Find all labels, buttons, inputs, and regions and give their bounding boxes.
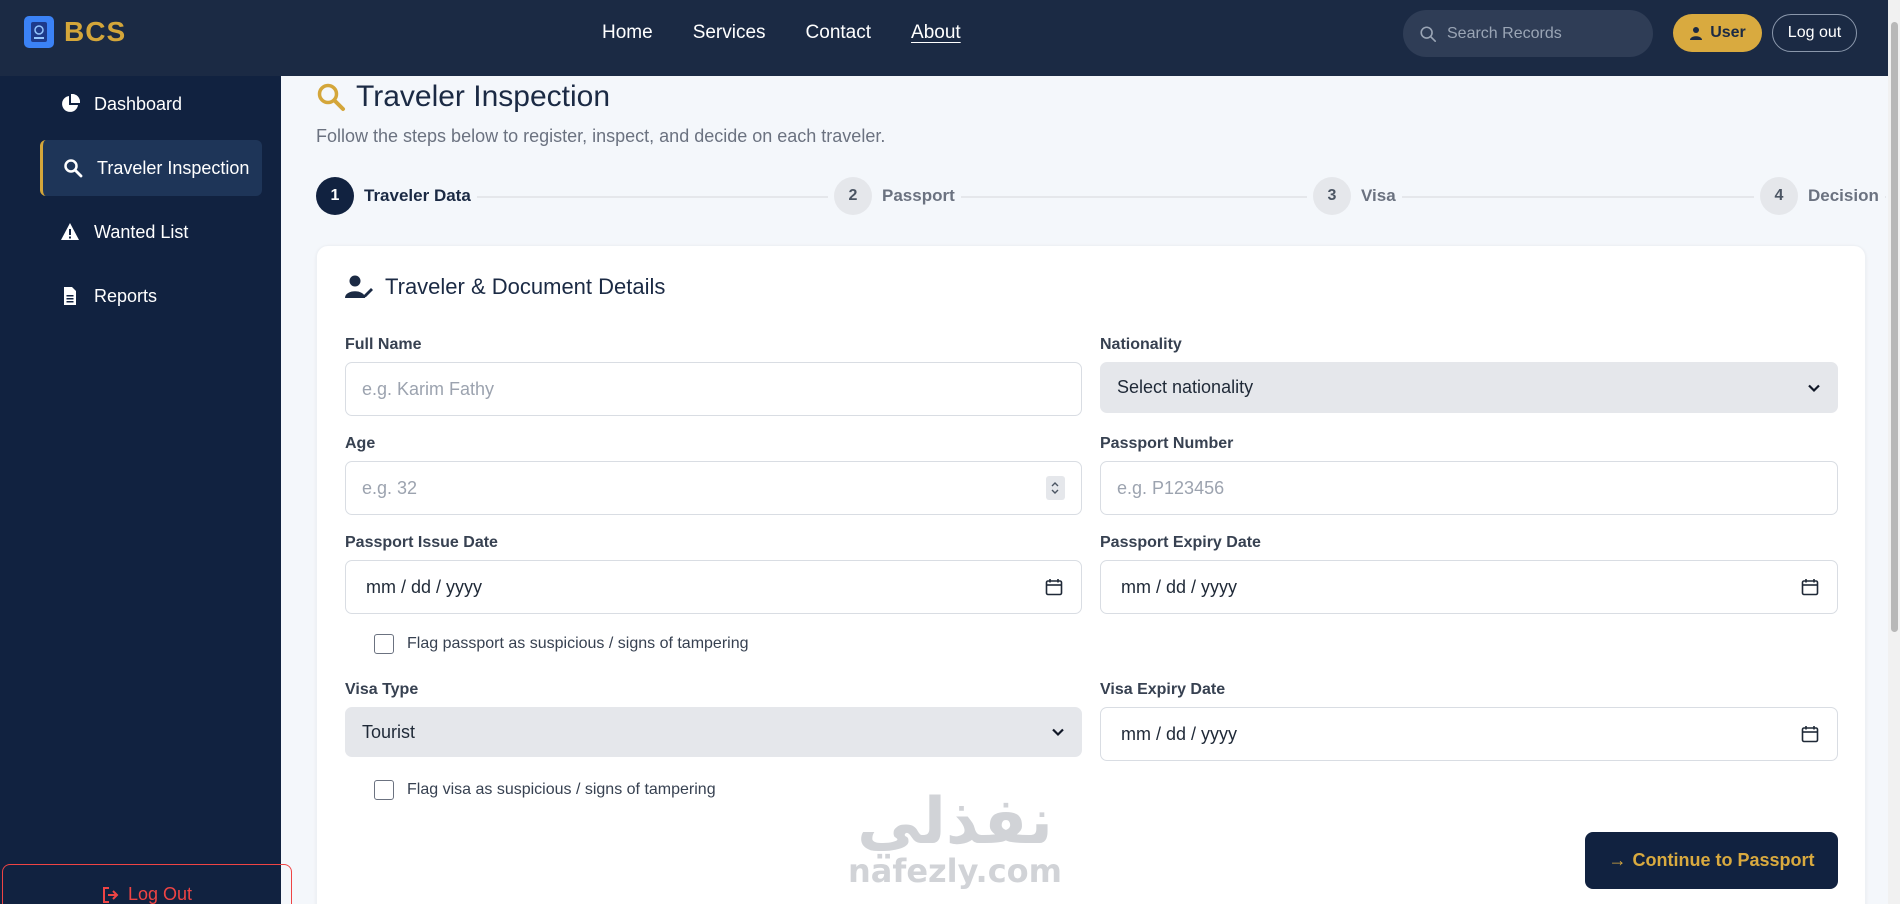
passport-flag-row[interactable]: Flag passport as suspicious / signs of t… <box>374 634 749 654</box>
warning-icon <box>61 223 79 240</box>
continue-to-passport-button[interactable]: → Continue to Passport <box>1585 832 1838 889</box>
search-box[interactable] <box>1403 10 1653 57</box>
scrollbar-thumb[interactable] <box>1891 22 1898 632</box>
passport-expiry-date-label: Passport Expiry Date <box>1100 534 1261 551</box>
header-logout-button[interactable]: Log out <box>1772 14 1857 52</box>
step-visa[interactable]: 3 Visa <box>1307 177 1402 215</box>
top-navbar: BCS Home Services Contact About User Log… <box>0 0 1900 76</box>
chevron-down-icon <box>1052 728 1064 737</box>
brand[interactable]: BCS <box>24 16 126 48</box>
watermark-latin: nafezly.com <box>848 852 1062 890</box>
passport-number-field[interactable] <box>1100 461 1838 515</box>
passport-flag-label: Flag passport as suspicious / signs of t… <box>407 635 749 652</box>
spinner-arrows-icon <box>1051 482 1059 494</box>
watermark-arabic: نفذلي <box>857 785 1053 859</box>
passport-issue-date-value: mm / dd / yyyy <box>366 576 483 597</box>
passport-issue-date-label: Passport Issue Date <box>345 534 498 551</box>
visa-expiry-date-value: mm / dd / yyyy <box>1121 723 1238 744</box>
visa-type-select[interactable]: Tourist <box>345 707 1082 757</box>
nationality-value: Select nationality <box>1117 377 1254 397</box>
step-number: 1 <box>316 177 354 215</box>
passport-icon <box>24 16 54 48</box>
visa-expiry-date-field[interactable]: mm / dd / yyyy <box>1100 707 1838 761</box>
document-icon <box>64 287 76 305</box>
sidebar-logout-button[interactable]: Log Out <box>2 864 292 904</box>
step-number: 2 <box>834 177 872 215</box>
search-input[interactable] <box>1447 24 1637 43</box>
calendar-icon[interactable] <box>1045 578 1063 596</box>
card-title: Traveler & Document Details <box>345 274 665 300</box>
sidebar: Dashboard Traveler Inspection Wanted Lis… <box>0 76 292 904</box>
passport-expiry-date-field[interactable]: mm / dd / yyyy <box>1100 560 1838 614</box>
search-icon <box>1420 25 1437 42</box>
sidebar-item-dashboard[interactable]: Dashboard <box>40 76 262 132</box>
step-decision[interactable]: 4 Decision <box>1754 177 1885 215</box>
sidebar-item-label: Wanted List <box>94 221 189 242</box>
main-nav: Home Services Contact About <box>602 22 961 44</box>
search-icon <box>317 83 345 111</box>
arrow-right-icon: → <box>1608 850 1627 870</box>
user-label: User <box>1710 24 1746 41</box>
age-stepper[interactable] <box>1045 476 1065 500</box>
age-field[interactable] <box>345 461 1082 515</box>
step-label: Traveler Data <box>364 186 471 205</box>
age-label: Age <box>345 435 376 452</box>
sidebar-logout-label: Log Out <box>127 884 193 904</box>
brand-name: BCS <box>64 16 127 47</box>
step-number: 3 <box>1313 177 1351 215</box>
step-label: Passport <box>882 186 955 205</box>
full-name-field[interactable] <box>345 362 1082 416</box>
sidebar-item-traveler-inspection[interactable]: Traveler Inspection <box>40 140 262 196</box>
visa-flag-label: Flag visa as suspicious / signs of tampe… <box>407 781 716 798</box>
step-passport[interactable]: 2 Passport <box>828 177 961 215</box>
nav-home[interactable]: Home <box>602 22 653 44</box>
logout-icon <box>102 886 119 903</box>
step-traveler-data[interactable]: 1 Traveler Data <box>316 177 477 215</box>
nav-about[interactable]: About <box>911 22 961 44</box>
card-title-text: Traveler & Document Details <box>385 274 666 299</box>
user-edit-icon <box>345 275 373 298</box>
scrollbar[interactable] <box>1888 0 1900 904</box>
page-title-text: Traveler Inspection <box>356 80 611 113</box>
passport-issue-date-field[interactable]: mm / dd / yyyy <box>345 560 1082 614</box>
step-number: 4 <box>1760 177 1798 215</box>
passport-flag-checkbox[interactable] <box>374 634 394 654</box>
visa-type-label: Visa Type <box>345 681 419 698</box>
sidebar-item-wanted-list[interactable]: Wanted List <box>40 204 262 260</box>
full-name-input[interactable] <box>362 378 1065 400</box>
watermark: نفذلي nafezly.com <box>840 790 1070 889</box>
chevron-down-icon <box>1808 384 1820 392</box>
age-input[interactable] <box>362 477 1046 499</box>
visa-expiry-date-label: Visa Expiry Date <box>1100 681 1226 698</box>
stepper-track <box>466 196 1886 198</box>
sidebar-item-label: Reports <box>94 285 158 306</box>
sidebar-item-reports[interactable]: Reports <box>40 268 262 324</box>
calendar-icon[interactable] <box>1801 725 1819 743</box>
page-subtitle: Follow the steps below to register, insp… <box>316 126 886 146</box>
sidebar-item-label: Dashboard <box>94 93 183 114</box>
full-name-label: Full Name <box>345 336 422 353</box>
user-icon <box>1690 27 1703 40</box>
step-label: Visa <box>1361 186 1396 205</box>
calendar-icon[interactable] <box>1801 578 1819 596</box>
nav-contact[interactable]: Contact <box>806 22 871 44</box>
page-title: Traveler Inspection <box>316 80 610 114</box>
nationality-label: Nationality <box>1100 336 1182 353</box>
passport-number-label: Passport Number <box>1100 435 1234 452</box>
sidebar-item-label: Traveler Inspection <box>97 157 250 178</box>
pie-chart-icon <box>62 94 80 112</box>
stepper: 1 Traveler Data 2 Passport 3 Visa 4 Deci… <box>316 177 1886 217</box>
visa-flag-checkbox[interactable] <box>374 780 394 800</box>
passport-number-input[interactable] <box>1117 477 1821 499</box>
continue-label: Continue to Passport <box>1632 850 1815 870</box>
user-button[interactable]: User <box>1673 14 1762 52</box>
step-label: Decision <box>1808 186 1879 205</box>
search-icon <box>64 159 83 178</box>
nationality-select[interactable]: Select nationality <box>1100 362 1838 413</box>
visa-type-value: Tourist <box>362 721 416 742</box>
nav-services[interactable]: Services <box>693 22 766 44</box>
passport-expiry-date-value: mm / dd / yyyy <box>1121 576 1238 597</box>
visa-flag-row[interactable]: Flag visa as suspicious / signs of tampe… <box>374 780 716 800</box>
